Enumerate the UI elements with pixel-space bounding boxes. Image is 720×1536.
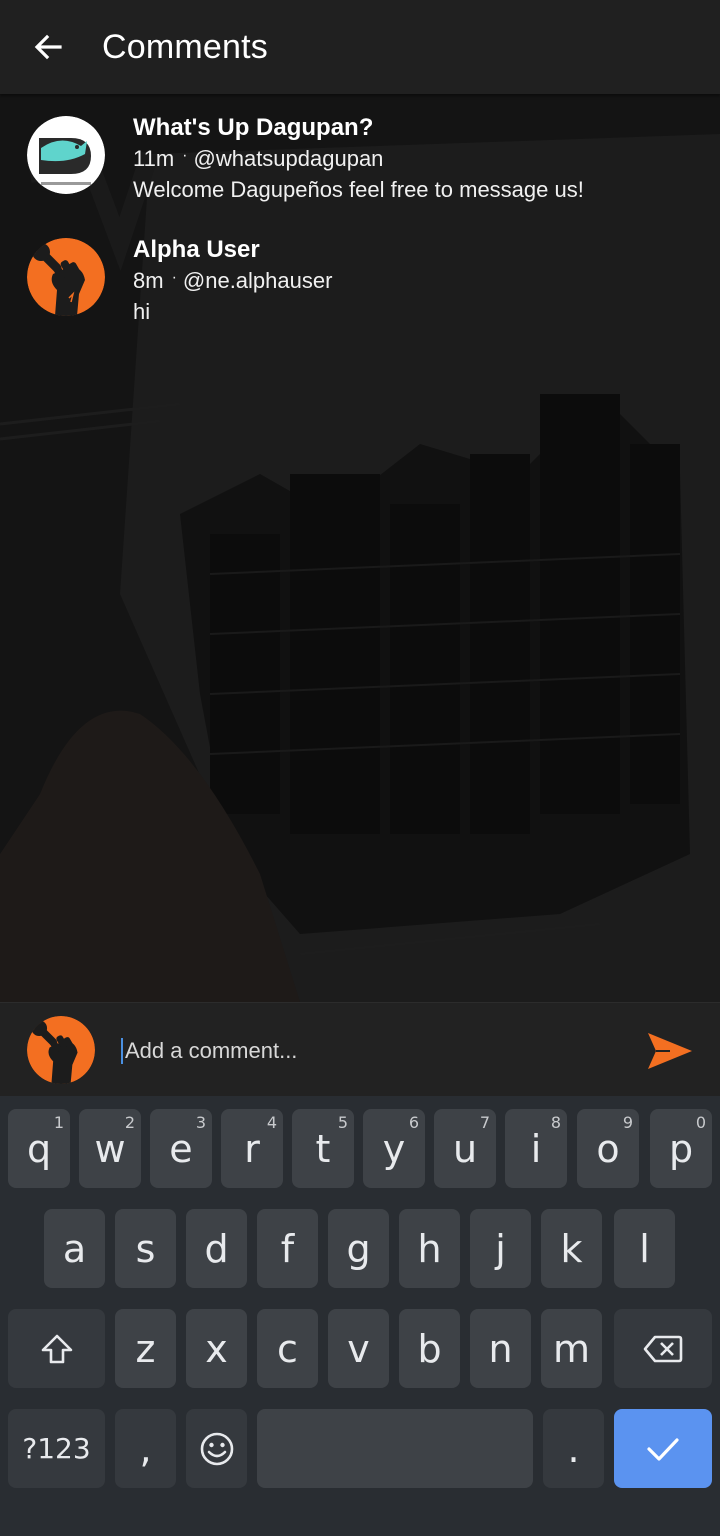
key-f[interactable]: f	[257, 1209, 318, 1288]
comment-time: 11m	[133, 146, 175, 171]
checkmark-icon	[647, 1437, 679, 1461]
key-t[interactable]: t5	[292, 1109, 354, 1188]
key-w[interactable]: w2	[79, 1109, 141, 1188]
space-key[interactable]	[257, 1409, 533, 1488]
comment-author[interactable]: What's Up Dagupan?	[133, 114, 710, 142]
key-e[interactable]: e3	[150, 1109, 212, 1188]
avatar[interactable]	[27, 238, 105, 316]
key-d[interactable]: d	[186, 1209, 247, 1288]
key-q[interactable]: q1	[8, 1109, 70, 1188]
send-icon	[648, 1033, 692, 1069]
comment-meta: 11m · @whatsupdagupan	[133, 144, 710, 177]
raised-fist-microphone-avatar	[27, 1016, 95, 1084]
comment-handle[interactable]: @ne.alphauser	[183, 268, 333, 293]
key-g[interactable]: g	[328, 1209, 389, 1288]
on-screen-keyboard: q1 w2 e3 r4 t5 y6 u7 i8 o9 p0 a s d f g …	[0, 1096, 720, 1536]
text-cursor	[121, 1038, 123, 1064]
meta-separator: ·	[182, 147, 188, 164]
emoji-icon	[200, 1432, 233, 1465]
key-r[interactable]: r4	[221, 1109, 283, 1188]
comment-body: Alpha User 8m · @ne.alphauser hi	[133, 236, 710, 325]
key-h[interactable]: h	[399, 1209, 460, 1288]
key-l[interactable]: l	[614, 1209, 675, 1288]
comment-input[interactable]: Add a comment...	[121, 1029, 601, 1073]
key-v[interactable]: v	[328, 1309, 389, 1388]
period-key[interactable]: .	[543, 1409, 604, 1488]
key-x[interactable]: x	[186, 1309, 247, 1388]
comma-key[interactable]: ,	[115, 1409, 176, 1488]
key-y[interactable]: y6	[363, 1109, 425, 1188]
comment-body: What's Up Dagupan? 11m · @whatsupdagupan W…	[133, 114, 710, 203]
raised-fist-microphone-avatar	[27, 238, 105, 316]
key-i[interactable]: i8	[505, 1109, 567, 1188]
key-j[interactable]: j	[470, 1209, 531, 1288]
shift-icon	[41, 1334, 72, 1363]
key-s[interactable]: s	[115, 1209, 176, 1288]
arrow-back-icon	[34, 34, 62, 60]
emoji-key[interactable]	[186, 1409, 247, 1488]
key-c[interactable]: c	[257, 1309, 318, 1388]
done-key[interactable]	[614, 1409, 712, 1488]
comments-list[interactable]: What's Up Dagupan? 11m · @whatsupdagupan W…	[0, 94, 720, 1002]
key-z[interactable]: z	[115, 1309, 176, 1388]
send-button[interactable]	[646, 1031, 694, 1071]
back-button[interactable]	[13, 0, 83, 94]
comment-meta: 8m · @ne.alphauser	[133, 266, 710, 299]
newspaper-background-image	[0, 94, 720, 1002]
key-p[interactable]: p0	[650, 1109, 712, 1188]
key-u[interactable]: u7	[434, 1109, 496, 1188]
key-a[interactable]: a	[44, 1209, 105, 1288]
meta-separator: ·	[171, 269, 177, 286]
key-b[interactable]: b	[399, 1309, 460, 1388]
comment-author[interactable]: Alpha User	[133, 236, 710, 264]
comment-input-placeholder: Add a comment...	[125, 1038, 298, 1063]
key-m[interactable]: m	[541, 1309, 602, 1388]
page-title: Comments	[102, 27, 268, 66]
shift-key[interactable]	[8, 1309, 105, 1388]
backspace-icon	[643, 1335, 683, 1362]
avatar[interactable]	[27, 116, 105, 194]
backspace-key[interactable]	[614, 1309, 712, 1388]
comment-text: Welcome Dagupeños feel free to message u…	[133, 177, 584, 202]
symbols-key[interactable]: ?123	[8, 1409, 105, 1488]
key-n[interactable]: n	[470, 1309, 531, 1388]
current-user-avatar	[27, 1016, 95, 1084]
comment-time: 8m	[133, 268, 164, 293]
fish-logo-avatar	[27, 116, 105, 194]
comment-text: hi	[133, 299, 151, 324]
comment-handle[interactable]: @whatsupdagupan	[194, 146, 384, 171]
comment-composer: Add a comment...	[0, 1002, 720, 1096]
app-bar: Comments	[0, 0, 720, 94]
key-k[interactable]: k	[541, 1209, 602, 1288]
key-o[interactable]: o9	[577, 1109, 639, 1188]
